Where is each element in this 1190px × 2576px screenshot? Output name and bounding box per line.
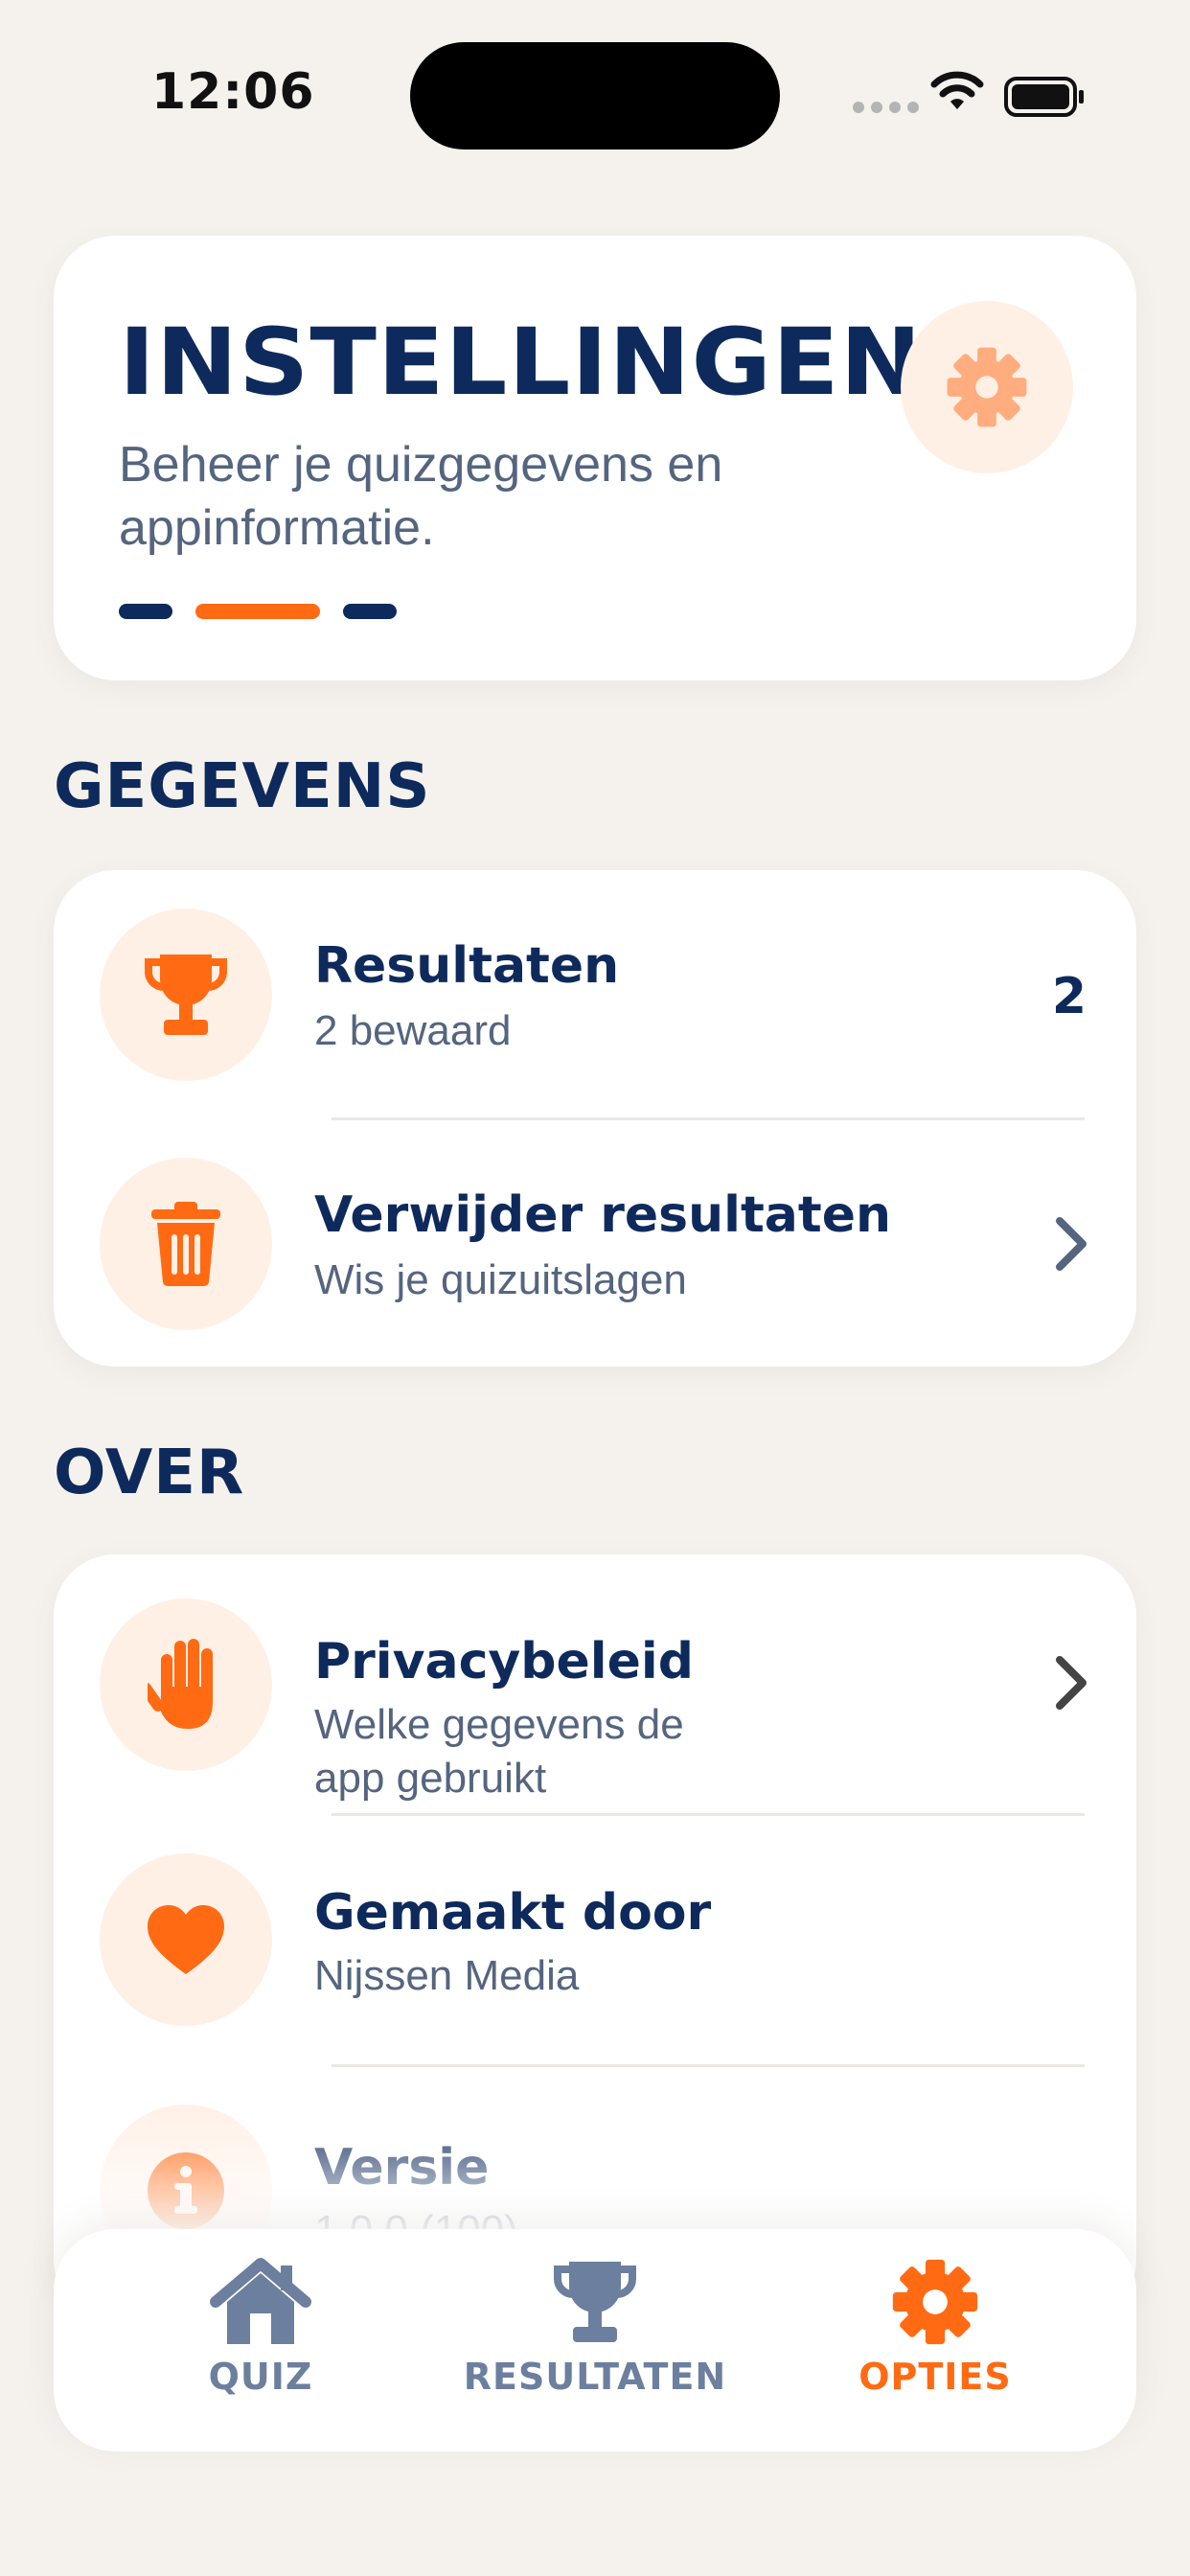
info-icon: [148, 2152, 224, 2229]
made-by-row: Gemaakt door Nijssen Media: [54, 1853, 1136, 2026]
header-card: INSTELLINGEN Beheer je quizgegevens en a…: [54, 236, 1136, 680]
delete-icon-circle: [100, 1158, 272, 1330]
tab-options[interactable]: OPTIES: [791, 2258, 1079, 2430]
results-subtitle: 2 bewaard: [314, 1007, 512, 1054]
privacy-title: Privacybeleid: [314, 1633, 694, 1690]
results-row[interactable]: Resultaten 2 bewaard 2: [54, 908, 1136, 1081]
section-title-data: GEGEVENS: [54, 751, 431, 822]
results-title: Resultaten: [314, 937, 620, 995]
decor-dash-accent: [195, 604, 320, 619]
made-by-icon-circle: [100, 1853, 272, 2026]
heart-icon: [148, 1905, 224, 1974]
chevron-right-icon: [1056, 1656, 1087, 1710]
gear-icon: [947, 347, 1027, 427]
chevron-right-icon: [1056, 1217, 1087, 1271]
settings-screen: 12:06 INSTELLINGEN Beheer je quizgegeven…: [0, 0, 1190, 2576]
results-count: 2: [1051, 968, 1087, 1025]
row-divider: [332, 1813, 1085, 1816]
tab-quiz[interactable]: QUIZ: [117, 2258, 404, 2430]
trash-icon: [151, 1202, 220, 1286]
row-divider: [332, 2064, 1085, 2067]
status-time: 12:06: [151, 63, 315, 121]
decor-dash: [343, 604, 397, 619]
delete-results-subtitle: Wis je quizuitslagen: [314, 1256, 687, 1303]
privacy-row[interactable]: Privacybeleid Welke gegevens de app gebr…: [54, 1598, 1136, 1802]
decor-dash: [119, 604, 172, 619]
made-by-title: Gemaakt door: [314, 1884, 712, 1942]
home-icon: [210, 2258, 311, 2344]
gear-icon: [892, 2259, 978, 2345]
row-divider: [332, 1117, 1085, 1120]
wifi-icon: [930, 71, 984, 109]
tab-label-options: OPTIES: [858, 2356, 1012, 2398]
page-title: INSTELLINGEN: [119, 309, 923, 416]
dynamic-island: [410, 42, 780, 150]
delete-results-title: Verwijder resultaten: [314, 1186, 892, 1244]
hand-icon: [148, 1639, 213, 1729]
tab-bar: QUIZ RESULTATEN OPTIES: [54, 2229, 1136, 2451]
tab-label-results: RESULTATEN: [463, 2356, 727, 2398]
privacy-icon-circle: [100, 1598, 272, 1771]
made-by-subtitle: Nijssen Media: [314, 1952, 580, 1999]
cellular-signal-icon: [853, 102, 919, 113]
privacy-subtitle: Welke gegevens de app gebruikt: [314, 1701, 684, 1802]
tab-results[interactable]: RESULTATEN: [451, 2258, 739, 2430]
tab-label-quiz: QUIZ: [208, 2356, 313, 2398]
page-subtitle: Beheer je quizgegevens en appinformatie.: [119, 437, 723, 556]
section-title-about: OVER: [54, 1438, 245, 1508]
trophy-icon: [554, 2262, 636, 2342]
battery-icon: [1004, 77, 1084, 117]
delete-results-row[interactable]: Verwijder resultaten Wis je quizuitslage…: [54, 1158, 1136, 1330]
header-icon-circle: [901, 301, 1073, 473]
about-card: Privacybeleid Welke gegevens de app gebr…: [54, 1554, 1136, 2321]
version-title: Versie: [314, 2139, 490, 2196]
results-icon-circle: [100, 908, 272, 1081]
trophy-icon: [145, 954, 227, 1035]
data-card: Resultaten 2 bewaard 2 Verwijder resulta…: [54, 870, 1136, 1367]
